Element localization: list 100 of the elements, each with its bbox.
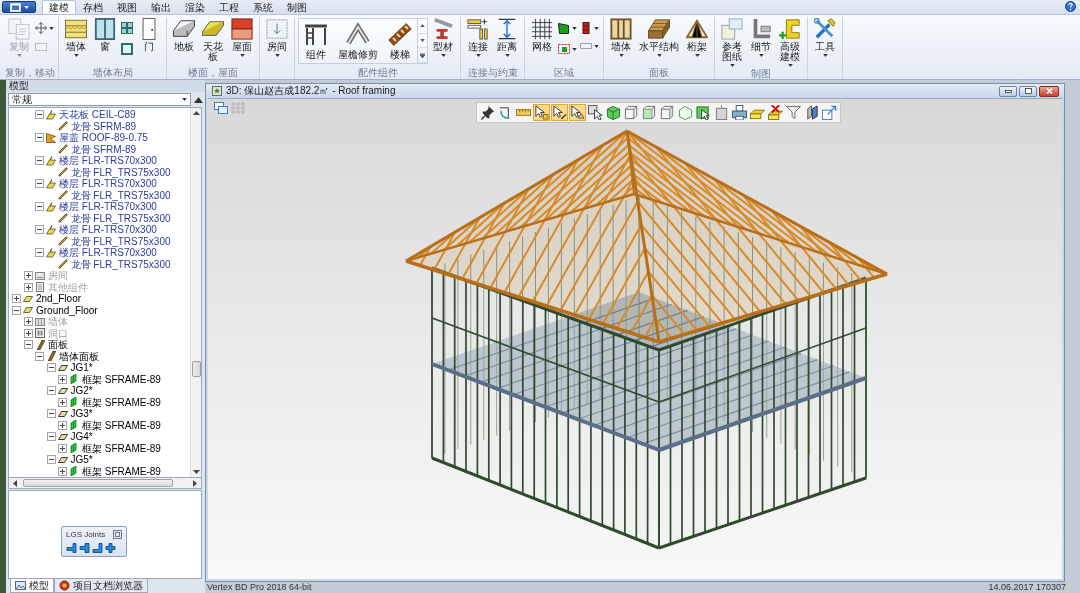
- tree-item-label[interactable]: 楼层 FLR-TRS70x300: [59, 247, 157, 259]
- tree-item-label[interactable]: 龙骨 SFRM-89: [70, 120, 137, 132]
- ribbon-tab[interactable]: 系统: [246, 0, 280, 14]
- tree-toggle[interactable]: [35, 133, 44, 143]
- wall-button[interactable]: 墙体: [62, 17, 90, 58]
- tree-item-label[interactable]: 楼层 FLR-TRS70x300: [59, 201, 157, 213]
- tree-item-label[interactable]: 龙骨 FLR_TRS75x300: [70, 189, 171, 201]
- tree-toggle[interactable]: [46, 363, 56, 373]
- rectangle-button[interactable]: [579, 42, 600, 50]
- tree-toggle[interactable]: [35, 156, 44, 166]
- panel-tab[interactable]: 项目文档浏览器: [54, 579, 148, 593]
- roof-button[interactable]: 屋面: [228, 17, 256, 58]
- stairs-button[interactable]: 楼梯: [383, 19, 417, 63]
- region-button[interactable]: [557, 42, 578, 56]
- polygon-button[interactable]: [557, 21, 578, 35]
- tree-item-label[interactable]: 2nd_Floor: [36, 293, 82, 305]
- tree-item-label[interactable]: 屋盖 ROOF-89-0.75: [59, 132, 148, 144]
- tree-item-label[interactable]: JG1*: [70, 362, 93, 374]
- cross-joint-icon[interactable]: [105, 543, 116, 553]
- filter-button[interactable]: [785, 104, 802, 121]
- tree-item-label[interactable]: JG3*: [70, 408, 93, 420]
- printer-button[interactable]: [731, 104, 748, 121]
- tree-toggle[interactable]: [35, 179, 44, 189]
- tree-item-label[interactable]: 框架 SFRAME-89: [82, 396, 161, 408]
- tee-joint-icon[interactable]: [66, 543, 77, 553]
- ceiling-button[interactable]: 天花板: [199, 17, 227, 63]
- room-button[interactable]: 房间: [263, 17, 291, 58]
- tree-item-label[interactable]: 龙骨 FLR_TRS75x300: [70, 235, 171, 247]
- tree-toggle[interactable]: [58, 420, 67, 430]
- tree-toggle[interactable]: [46, 455, 56, 465]
- ribbon-tab[interactable]: 建模: [42, 0, 76, 14]
- square-button[interactable]: [120, 42, 134, 56]
- restore-button[interactable]: [1019, 85, 1037, 97]
- tree-item-label[interactable]: 楼层 FLR-TRS70x300: [59, 178, 157, 190]
- minimize-button[interactable]: [999, 85, 1017, 97]
- cube-button[interactable]: [641, 104, 658, 121]
- tree-item-label[interactable]: 楼层 FLR-TRS70x300: [59, 155, 157, 167]
- cursor-button[interactable]: [533, 104, 550, 121]
- deck-button[interactable]: 水平结构: [636, 17, 682, 58]
- profile-button[interactable]: 型材: [429, 17, 457, 58]
- tree-toggle[interactable]: [12, 294, 21, 304]
- cascade-windows-icon[interactable]: [214, 102, 228, 114]
- tree-item-label[interactable]: JG4*: [70, 431, 93, 443]
- application-menu-button[interactable]: [2, 1, 36, 13]
- cube-button[interactable]: [623, 104, 640, 121]
- ribbon-tab[interactable]: 工程: [212, 0, 246, 14]
- tree-toggle[interactable]: [58, 466, 67, 476]
- tile-windows-icon[interactable]: [231, 102, 245, 114]
- cursor-button[interactable]: [569, 104, 586, 121]
- tree-item-label[interactable]: 楼层 FLR-TRS70x300: [59, 224, 157, 236]
- collapse-arrow-icon[interactable]: [194, 96, 203, 103]
- ribbon-tab[interactable]: 渲染: [178, 0, 212, 14]
- tree-item-label[interactable]: 天花板 CEIL-C89: [59, 109, 136, 121]
- scroll-thumb[interactable]: [191, 361, 201, 377]
- select-box-button[interactable]: [587, 104, 604, 121]
- tree-toggle[interactable]: [35, 225, 44, 235]
- reference-drawing-button[interactable]: 参考图纸: [718, 17, 746, 68]
- tree-toggle[interactable]: [58, 443, 67, 453]
- cube-button[interactable]: [605, 104, 622, 121]
- tree-toggle[interactable]: [58, 397, 67, 407]
- component-button[interactable]: 组件: [299, 19, 333, 63]
- ribbon-tab[interactable]: 输出: [144, 0, 178, 14]
- cube-button[interactable]: [659, 104, 676, 121]
- tree-item-label[interactable]: JG5*: [70, 454, 93, 466]
- bar-button[interactable]: [579, 21, 600, 35]
- tree-item-label[interactable]: Ground_Floor: [36, 304, 98, 316]
- tiles-button[interactable]: [120, 21, 134, 35]
- ribbon-tab[interactable]: 存档: [76, 0, 110, 14]
- vertical-scrollbar[interactable]: [190, 108, 201, 477]
- tree-toggle[interactable]: [35, 110, 44, 120]
- delete-layer-button[interactable]: [767, 104, 784, 121]
- filter-dropdown[interactable]: 常规: [8, 93, 191, 106]
- tree-item-label[interactable]: JG2*: [70, 385, 93, 397]
- tree-item-label[interactable]: 框架 SFRAME-89: [82, 465, 161, 477]
- tree-toggle[interactable]: [46, 386, 56, 396]
- sheet-button[interactable]: [713, 104, 730, 121]
- tree-item-label[interactable]: 龙骨 FLR_TRS75x300: [70, 166, 171, 178]
- tree-toggle[interactable]: [35, 248, 44, 258]
- close-button[interactable]: [1039, 85, 1059, 97]
- truss-button[interactable]: 桁架: [683, 17, 711, 58]
- floor-button[interactable]: 地板: [170, 17, 198, 53]
- up-arrow-icon[interactable]: [192, 111, 200, 115]
- grid-button[interactable]: 网格: [528, 17, 556, 53]
- connection-button[interactable]: 连接: [464, 17, 492, 58]
- tree-item-label[interactable]: 框架 SFRAME-89: [82, 373, 161, 385]
- left-arrow-icon[interactable]: [13, 479, 17, 487]
- corner-joint-icon[interactable]: [92, 543, 103, 553]
- ribbon-tab[interactable]: 视图: [110, 0, 144, 14]
- tree-toggle[interactable]: [23, 340, 33, 350]
- tee-joint-icon[interactable]: [79, 543, 90, 553]
- down-arrow-icon[interactable]: [192, 470, 200, 474]
- panel-tab[interactable]: 模型: [10, 579, 54, 593]
- dock-icon[interactable]: [113, 530, 122, 539]
- tree-item-label[interactable]: 龙骨 SFRM-89: [70, 143, 137, 155]
- tree-toggle[interactable]: [12, 305, 21, 315]
- cursor-button[interactable]: [551, 104, 568, 121]
- eave-trim-button[interactable]: 屋檐修剪: [333, 19, 383, 63]
- distance-button[interactable]: 距离: [493, 17, 521, 58]
- tree-item-label[interactable]: 框架 SFRAME-89: [82, 442, 161, 454]
- tree-toggle[interactable]: [35, 202, 44, 212]
